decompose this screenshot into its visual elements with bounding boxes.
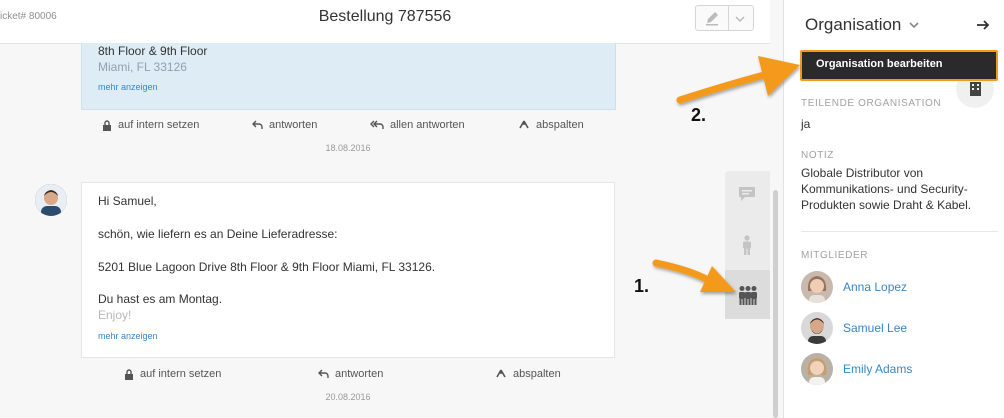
internal-action[interactable]: auf intern setzen	[102, 119, 199, 131]
step-1-label: 1.	[634, 276, 650, 296]
article-message: Hi Samuel, schön, wie liefern es an Dein…	[81, 182, 615, 358]
article-text-line: Hi Samuel,	[98, 194, 157, 208]
header-action-buttons	[695, 5, 754, 31]
edit-organisation-menu-item[interactable]: Organisation bearbeiten	[816, 58, 943, 70]
split-action[interactable]: abspalten	[495, 368, 561, 380]
reply-all-icon	[370, 120, 384, 129]
avatar	[801, 312, 833, 344]
article-text-line: Enjoy!	[98, 308, 132, 322]
scrollbar[interactable]	[773, 190, 778, 418]
article-date: 18.08.2016	[325, 143, 371, 153]
step-2-label: 2.	[691, 105, 707, 125]
members-label: MITGLIEDER	[801, 250, 869, 261]
ticket-title[interactable]: Bestellung 787556	[0, 8, 770, 26]
chevron-down-icon[interactable]	[734, 12, 746, 30]
chevron-down-icon	[909, 22, 919, 29]
article-text-line: 5201 Blue Lagoon Drive 8th Floor & 9th F…	[98, 260, 436, 274]
member-item[interactable]: Emily Adams	[801, 353, 912, 385]
avatar	[801, 271, 833, 303]
group-icon	[737, 285, 759, 310]
close-sidebar-arrow-icon[interactable]	[976, 18, 990, 36]
more-link[interactable]: mehr anzeigen	[98, 82, 158, 92]
tab-ticket[interactable]	[725, 171, 770, 220]
article-date: 20.08.2016	[325, 392, 371, 402]
note-label: NOTIZ	[801, 150, 834, 161]
avatar	[801, 353, 833, 385]
reply-action[interactable]: antworten	[318, 368, 383, 380]
more-link[interactable]: mehr anzeigen	[98, 331, 158, 341]
article-text-line: Du hast es am Montag.	[98, 292, 223, 306]
reply-all-action[interactable]: allen antworten	[370, 119, 465, 131]
member-name: Samuel Lee	[843, 321, 908, 335]
divider	[801, 231, 998, 232]
shared-org-label: TEILENDE ORGANISATION	[801, 98, 942, 109]
member-name: Emily Adams	[843, 362, 913, 376]
member-name: Anna Lopez	[843, 280, 908, 294]
edit-pen-icon[interactable]	[704, 10, 720, 31]
sidebar-tabs	[725, 171, 770, 319]
member-item[interactable]: Anna Lopez	[801, 271, 907, 303]
split-action[interactable]: abspalten	[518, 119, 584, 131]
lock-icon	[125, 368, 133, 380]
tab-customer[interactable]	[725, 220, 770, 269]
ticket-header: icket# 80006 Bestellung 787556	[0, 0, 770, 44]
article-text-line: Miami, FL 33126	[98, 60, 187, 74]
sidebar-title: Organisation	[805, 15, 902, 34]
reply-icon	[252, 120, 263, 129]
reply-icon	[318, 369, 329, 378]
organisation-dropdown-menu: Organisation bearbeiten	[800, 50, 998, 81]
ticket-main-area: icket# 80006 Bestellung 787556 8th Floor…	[0, 0, 770, 418]
tab-organisation[interactable]	[725, 270, 770, 319]
reply-action[interactable]: antworten	[252, 119, 317, 131]
note-value[interactable]: Globale Distributor von Kommunikations- …	[801, 165, 991, 213]
article-text-line: 8th Floor & 9th Floor	[98, 44, 208, 58]
shared-org-value: ja	[801, 117, 811, 131]
person-icon	[741, 235, 753, 260]
chat-icon	[738, 186, 756, 207]
sidebar-title-menu[interactable]: Organisation	[805, 15, 919, 35]
split-icon	[519, 120, 529, 129]
article-highlighted: 8th Floor & 9th Floor Miami, FL 33126 me…	[81, 43, 616, 110]
article-text-line: schön, wie liefern es an Deine Lieferadr…	[98, 227, 338, 241]
internal-action[interactable]: auf intern setzen	[124, 368, 221, 380]
avatar[interactable]	[35, 184, 67, 216]
split-icon	[496, 369, 506, 378]
member-item[interactable]: Samuel Lee	[801, 312, 907, 344]
lock-icon	[103, 119, 111, 131]
